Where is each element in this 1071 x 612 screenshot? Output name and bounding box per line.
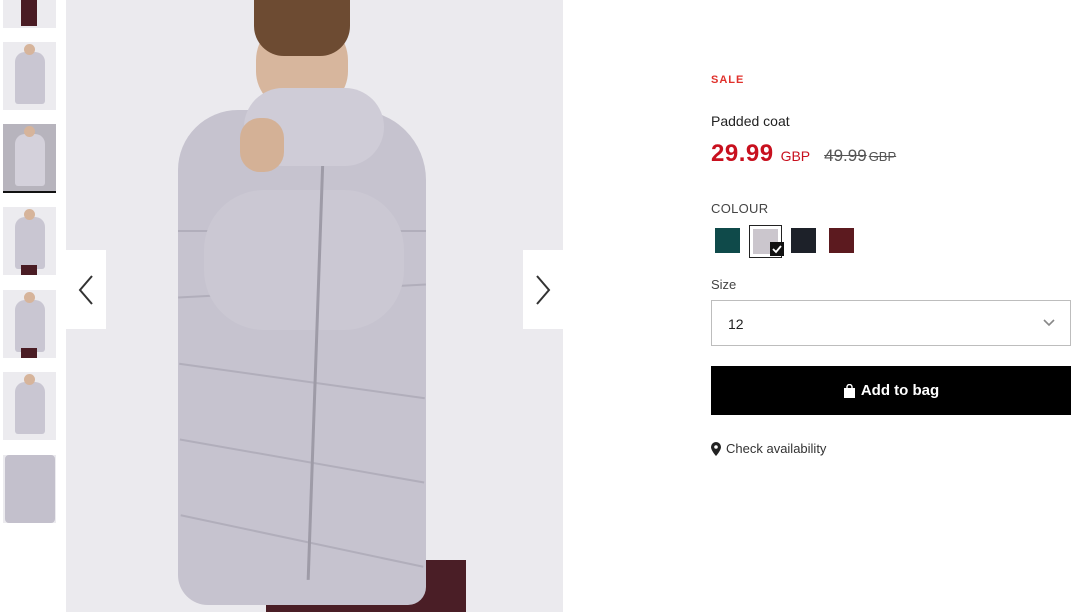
thumbnail-2[interactable]	[3, 42, 56, 110]
chevron-down-icon	[1043, 319, 1055, 327]
product-info-panel: SALE Padded coat 29.99 GBP 49.99 GBP COL…	[711, 0, 1071, 612]
size-selected-value: 12	[728, 316, 744, 332]
active-thumbnail-indicator	[3, 191, 56, 193]
add-to-bag-label: Add to bag	[860, 382, 940, 399]
original-price: 49.99	[824, 146, 867, 165]
colour-swatch-burgundy[interactable]	[829, 228, 854, 253]
thumbnail-6[interactable]	[3, 372, 56, 440]
sale-badge: SALE	[711, 74, 745, 86]
colour-label: COLOUR	[711, 201, 769, 216]
check-availability-link[interactable]: Check availability	[711, 441, 826, 456]
add-to-bag-button[interactable]: Add to bag	[711, 366, 1071, 415]
original-price-currency: GBP	[868, 149, 897, 164]
colour-swatch-navy-black[interactable]	[791, 228, 816, 253]
thumbnail-strip	[3, 0, 57, 612]
size-select[interactable]: 12	[711, 300, 1071, 346]
current-price: 29.99	[711, 140, 774, 167]
colour-swatch-light-grey[interactable]	[749, 225, 784, 258]
map-pin-icon	[711, 441, 721, 456]
thumbnail-3[interactable]	[3, 124, 56, 192]
product-title: Padded coat	[711, 113, 790, 129]
swatch-fill	[829, 228, 854, 253]
next-image-button[interactable]	[523, 250, 563, 329]
current-price-currency: GBP	[780, 148, 811, 164]
swatch-fill	[791, 228, 816, 253]
shopping-bag-icon	[843, 383, 855, 398]
checkmark-icon	[770, 242, 784, 256]
main-product-image	[66, 0, 563, 612]
size-label: Size	[711, 277, 737, 292]
thumbnail-5[interactable]	[3, 290, 56, 358]
thumbnail-7[interactable]	[3, 455, 56, 523]
chevron-right-icon	[536, 274, 551, 305]
swatch-fill	[715, 228, 740, 253]
chevron-left-icon	[78, 274, 93, 305]
colour-swatch-dark-teal[interactable]	[715, 228, 740, 253]
price-row: 29.99 GBP 49.99 GBP	[711, 140, 896, 168]
previous-image-button[interactable]	[66, 250, 106, 329]
thumbnail-1[interactable]	[3, 0, 56, 28]
check-availability-label: Check availability	[726, 441, 827, 456]
thumbnail-4[interactable]	[3, 207, 56, 275]
